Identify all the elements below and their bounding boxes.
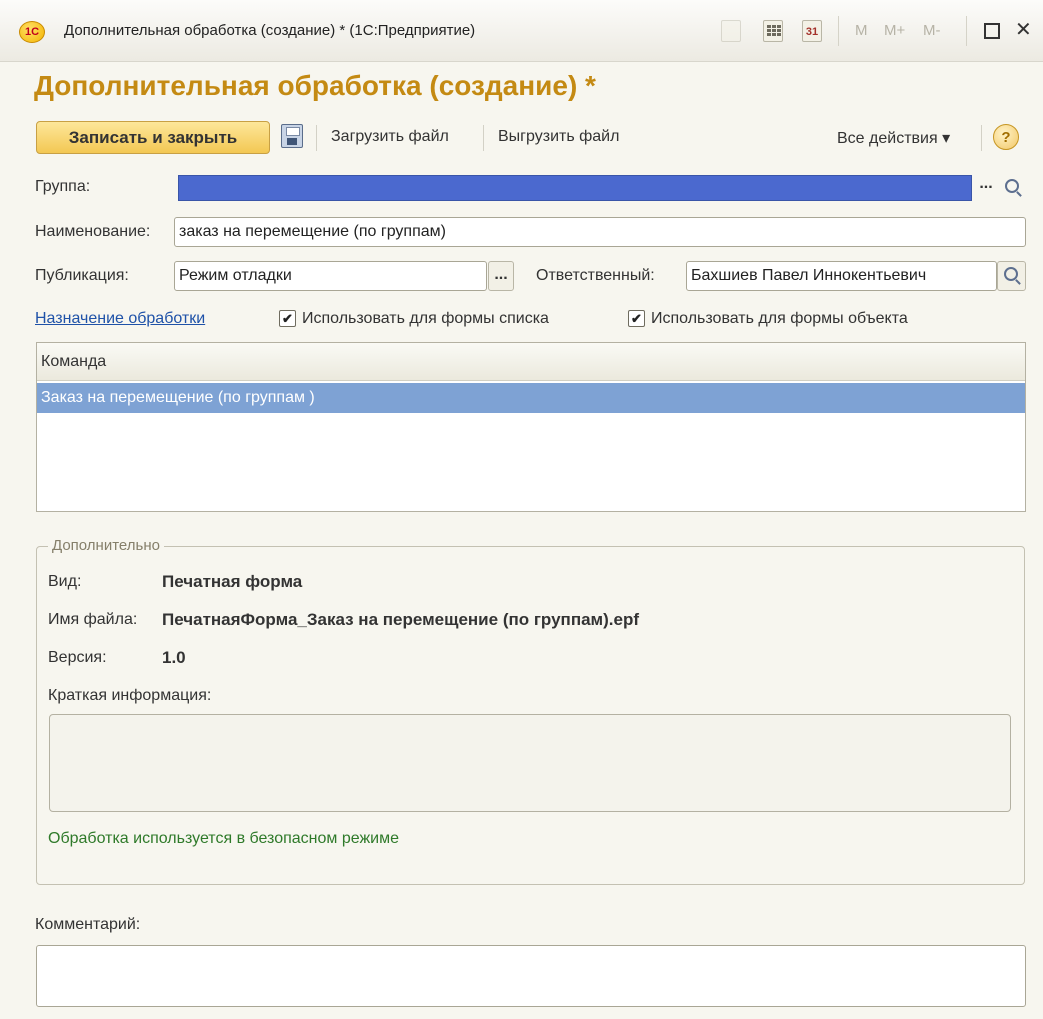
version-value: 1.0 bbox=[162, 648, 186, 667]
unload-file-button[interactable]: Выгрузить файл bbox=[498, 128, 619, 146]
search-icon bbox=[1004, 267, 1018, 281]
group-search-button[interactable] bbox=[1000, 176, 1026, 200]
table-row[interactable]: Заказ на перемещение (по группам ) bbox=[37, 383, 1025, 413]
maximize-icon[interactable] bbox=[984, 23, 1000, 39]
assignment-link[interactable]: Назначение обработки bbox=[35, 310, 205, 328]
app-logo-icon: 1С bbox=[19, 21, 45, 43]
responsible-input[interactable]: Бахшиев Павел Иннокентьевич bbox=[686, 261, 997, 291]
memory-m-button[interactable]: M bbox=[855, 22, 868, 39]
memory-plus-button[interactable]: M+ bbox=[884, 22, 905, 39]
publication-choose-button[interactable]: ... bbox=[488, 261, 514, 291]
table-header-command[interactable]: Команда bbox=[37, 343, 1025, 381]
save-icon[interactable] bbox=[281, 124, 303, 148]
favorites-icon[interactable] bbox=[721, 20, 741, 42]
close-icon[interactable]: ✕ bbox=[1015, 19, 1032, 41]
load-file-button[interactable]: Загрузить файл bbox=[331, 128, 449, 146]
toolbar-separator bbox=[483, 125, 484, 151]
group-label: Группа: bbox=[35, 178, 91, 195]
toolbar-separator bbox=[981, 125, 982, 151]
memory-minus-button[interactable]: M- bbox=[923, 22, 941, 39]
comment-textarea[interactable] bbox=[36, 945, 1026, 1007]
file-name-label: Имя файла: bbox=[48, 611, 138, 628]
kind-value: Печатная форма bbox=[162, 572, 303, 591]
all-actions-menu[interactable]: Все действия ▾ bbox=[837, 128, 950, 148]
commands-table[interactable]: Команда Заказ на перемещение (по группам… bbox=[36, 342, 1026, 512]
responsible-search-button[interactable] bbox=[997, 261, 1026, 291]
additional-legend: Дополнительно bbox=[48, 537, 164, 554]
search-icon bbox=[1005, 179, 1019, 193]
group-choose-button[interactable]: ... bbox=[974, 175, 998, 201]
use-object-form-label: Использовать для формы объекта bbox=[651, 310, 908, 327]
comment-label: Комментарий: bbox=[35, 916, 141, 933]
name-label: Наименование: bbox=[35, 223, 151, 240]
publication-select[interactable]: Режим отладки bbox=[174, 261, 487, 291]
brief-info-label: Краткая информация: bbox=[48, 687, 212, 704]
use-object-form-checkbox[interactable]: ✔ bbox=[628, 310, 645, 327]
kind-label: Вид: bbox=[48, 573, 82, 590]
group-input[interactable] bbox=[178, 175, 972, 201]
publication-label: Публикация: bbox=[35, 267, 129, 284]
use-list-form-checkbox[interactable]: ✔ bbox=[279, 310, 296, 327]
page-title: Дополнительная обработка (создание) * bbox=[34, 70, 596, 101]
safe-mode-note: Обработка используется в безопасном режи… bbox=[48, 830, 399, 847]
toolbar-separator bbox=[316, 125, 317, 151]
use-list-form-label: Использовать для формы списка bbox=[302, 310, 549, 327]
calendar-icon[interactable]: 31 bbox=[802, 20, 822, 42]
save-and-close-button[interactable]: Записать и закрыть bbox=[36, 121, 270, 154]
responsible-label: Ответственный: bbox=[536, 267, 655, 284]
toolbar-separator bbox=[966, 16, 967, 46]
brief-info-textarea[interactable] bbox=[49, 714, 1011, 812]
name-input[interactable]: заказ на перемещение (по группам) bbox=[174, 217, 1026, 247]
file-name-value: ПечатнаяФорма_Заказ на перемещение (по г… bbox=[162, 610, 639, 629]
help-icon[interactable]: ? bbox=[993, 124, 1019, 150]
version-label: Версия: bbox=[48, 649, 107, 666]
calculator-icon[interactable] bbox=[763, 20, 783, 42]
window-title: Дополнительная обработка (создание) * (1… bbox=[64, 22, 476, 39]
toolbar-separator bbox=[838, 16, 839, 46]
